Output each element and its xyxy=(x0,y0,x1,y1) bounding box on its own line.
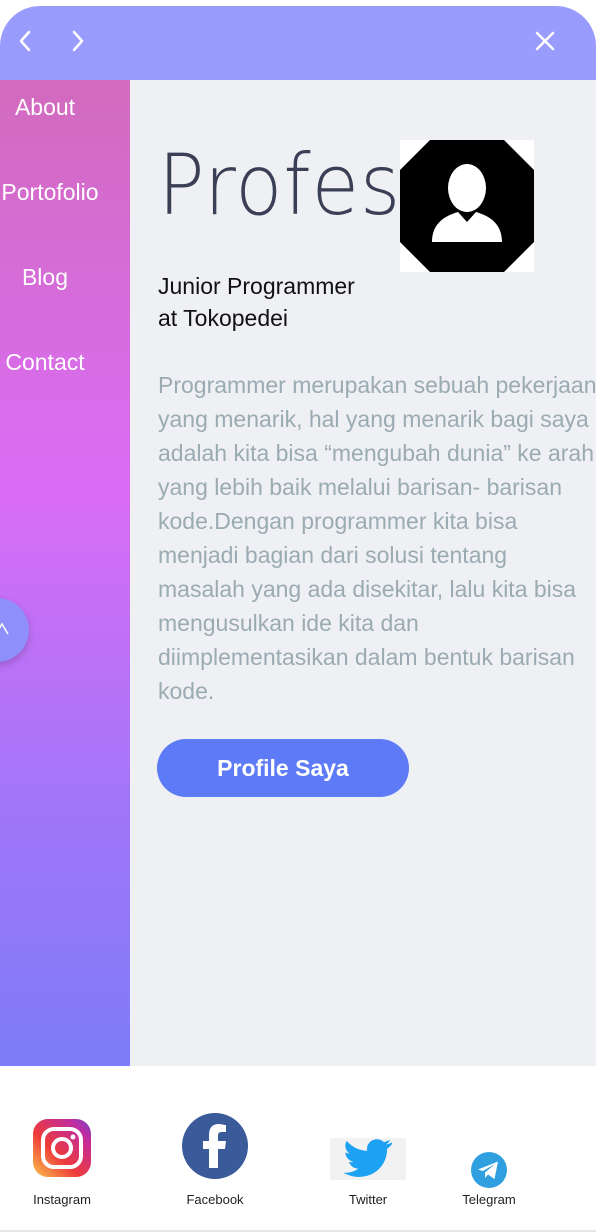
sidebar-item-portofolio[interactable]: Portofolio xyxy=(0,179,115,206)
social-footer: Instagram Facebook Twitter Telegram xyxy=(0,1066,596,1232)
main-content: Profesi Junior Programmer at Tokopedei P… xyxy=(130,80,596,1066)
instagram-label: Instagram xyxy=(33,1192,91,1207)
twitter-label: Twitter xyxy=(348,1192,388,1207)
app-window: About Portofolio Blog Contact Profesi Ju… xyxy=(0,6,596,1232)
facebook-icon xyxy=(182,1113,248,1179)
sidebar-item-about[interactable]: About xyxy=(0,94,110,121)
telegram-label: Telegram xyxy=(462,1192,516,1207)
arrow-up-icon xyxy=(0,622,9,635)
avatar xyxy=(400,140,534,272)
top-toolbar xyxy=(0,6,596,80)
close-button[interactable] xyxy=(530,26,560,56)
chevron-left-icon xyxy=(19,30,31,52)
facebook-label: Facebook xyxy=(186,1192,244,1207)
page-title: Profesi xyxy=(158,136,424,234)
chevron-right-icon xyxy=(72,30,84,52)
close-icon xyxy=(535,31,555,51)
profile-button[interactable]: Profile Saya xyxy=(157,739,409,797)
job-title: Junior Programmer at Tokopedei xyxy=(158,273,355,331)
telegram-icon xyxy=(471,1152,507,1188)
sidebar-item-contact[interactable]: Contact xyxy=(0,349,110,376)
back-button[interactable] xyxy=(10,26,40,56)
description-text: Programmer merupakan sebuah pekerjaan ya… xyxy=(158,372,596,704)
twitter-icon xyxy=(330,1138,406,1180)
instagram-icon xyxy=(33,1119,91,1177)
sidebar-nav: About Portofolio Blog Contact xyxy=(0,80,130,1066)
sidebar-item-blog[interactable]: Blog xyxy=(0,264,110,291)
forward-button[interactable] xyxy=(63,26,93,56)
user-avatar-icon xyxy=(400,140,534,272)
